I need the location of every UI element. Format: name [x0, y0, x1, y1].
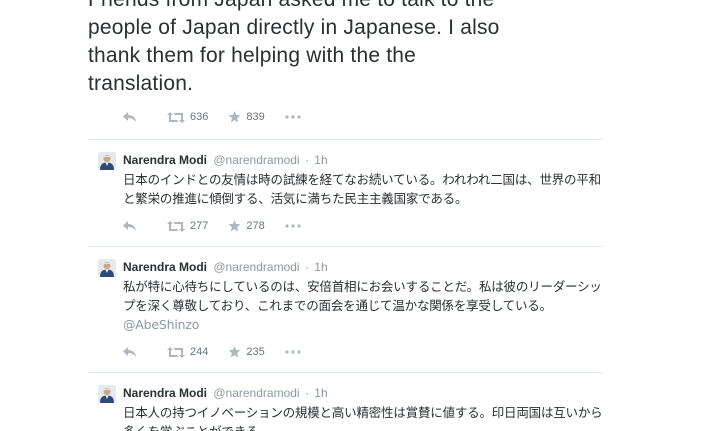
favorite-button[interactable]: 839 [228, 111, 265, 123]
reply-button[interactable] [123, 111, 137, 123]
tweet-actions: 244 235 [123, 342, 603, 362]
favorite-count: 278 [246, 220, 265, 232]
more-button[interactable] [285, 350, 301, 354]
more-icon [285, 350, 301, 354]
author-name[interactable]: Narendra Modi [123, 386, 207, 400]
expanded-tweet[interactable]: Friends from Japan asked me to talk to t… [88, 0, 603, 127]
divider [88, 246, 603, 247]
star-icon [228, 111, 241, 123]
avatar[interactable] [98, 152, 116, 170]
separator: · [304, 260, 309, 274]
favorite-button[interactable]: 235 [228, 346, 265, 358]
reply-button[interactable] [123, 220, 137, 232]
reply-icon [123, 346, 136, 357]
star-icon [228, 220, 241, 232]
retweet-count: 636 [190, 111, 209, 123]
tweet-actions: 636 839 [123, 107, 603, 127]
tweet-actions: 277 278 [123, 216, 603, 236]
author-handle[interactable]: @narendramodi [213, 260, 299, 274]
timestamp[interactable]: 1h [314, 153, 327, 167]
more-icon [285, 115, 301, 119]
author-handle[interactable]: @narendramodi [213, 386, 299, 400]
separator: · [304, 386, 309, 400]
reply-button[interactable] [123, 346, 137, 358]
timestamp[interactable]: 1h [314, 260, 327, 274]
retweet-icon [167, 220, 185, 232]
author-name[interactable]: Narendra Modi [123, 153, 207, 167]
divider [88, 139, 603, 140]
avatar[interactable] [98, 385, 116, 403]
more-button[interactable] [285, 224, 301, 228]
tweet-text: 日本のインドとの友情は時の試練を経てなお続いている。われわれ二国は、世界の平和と… [123, 172, 601, 206]
retweet-button[interactable]: 636 [167, 111, 208, 123]
retweet-button[interactable]: 244 [167, 346, 208, 358]
favorite-count: 235 [246, 346, 265, 358]
star-icon [228, 346, 241, 358]
avatar[interactable] [98, 259, 116, 277]
reply-icon [123, 220, 136, 231]
mention-link[interactable]: @AbeShinzo [123, 317, 199, 332]
separator: · [304, 153, 309, 167]
divider [88, 372, 603, 373]
more-icon [285, 224, 301, 228]
more-button[interactable] [285, 115, 301, 119]
retweet-count: 277 [190, 220, 209, 232]
timestamp[interactable]: 1h [314, 386, 327, 400]
retweet-count: 244 [190, 346, 209, 358]
retweet-button[interactable]: 277 [167, 220, 208, 232]
author-handle[interactable]: @narendramodi [213, 153, 299, 167]
retweet-icon [167, 111, 185, 123]
retweet-icon [167, 346, 185, 358]
timeline: Friends from Japan asked me to talk to t… [0, 0, 715, 431]
tweet-text-block: 私が特に心待ちにしているのは、安倍首相にお会いすることだ。私は彼のリーダーシップ… [123, 277, 603, 334]
tweet-text: 日本人の持つイノベーションの規模と高い精密性は賞賛に値する。印日両国は互いから多… [123, 405, 603, 431]
tweet-text: Friends from Japan asked me to talk to t… [88, 0, 500, 95]
favorite-count: 839 [246, 111, 265, 123]
tweet-text: 私が特に心待ちにしているのは、安倍首相にお会いすることだ。私は彼のリーダーシップ… [123, 279, 602, 313]
reply-icon [123, 111, 136, 122]
favorite-button[interactable]: 278 [228, 220, 265, 232]
author-name[interactable]: Narendra Modi [123, 260, 207, 274]
